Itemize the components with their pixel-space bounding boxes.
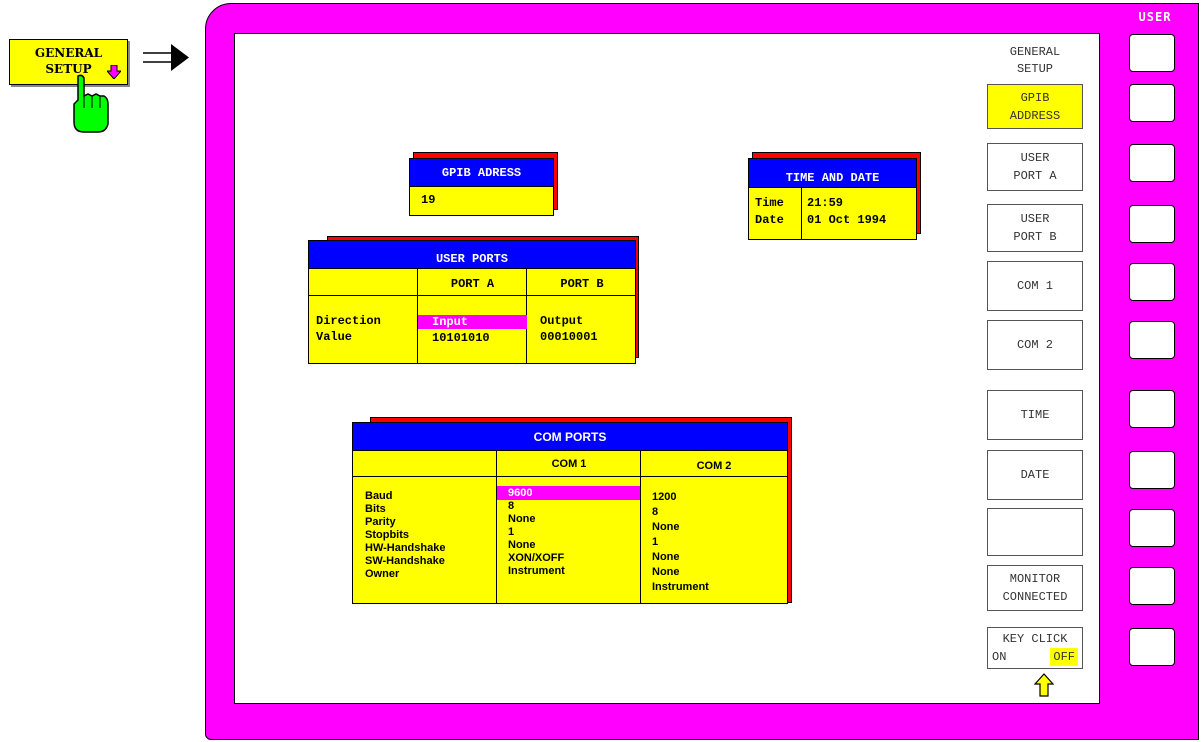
hardware-softkey-button-5[interactable] (1129, 263, 1175, 301)
softkey-time[interactable]: TIME (987, 390, 1083, 440)
menu-title-line2: SETUP (1016, 62, 1053, 76)
softkey-label: DATE (1020, 468, 1050, 482)
com2-hw-handshake[interactable]: None (652, 550, 709, 565)
softkey-monitor-connected[interactable]: MONITOR CONNECTED (987, 565, 1083, 611)
com1-stopbits[interactable]: 1 (497, 526, 640, 539)
softkey-date[interactable]: DATE (987, 450, 1083, 500)
com2-bits[interactable]: 8 (652, 505, 709, 520)
key-click-on: ON (992, 650, 1007, 664)
hardware-softkey-button-6[interactable] (1129, 321, 1175, 359)
com-labels-column: Baud Bits Parity Stopbits HW-Handshake S… (365, 490, 445, 581)
com1-bits[interactable]: 8 (497, 500, 640, 513)
port-a-direction[interactable]: Input (418, 315, 527, 329)
general-setup-hardkey[interactable]: GENERAL SETUP (9, 39, 128, 85)
softkey-label: USER (1020, 151, 1050, 165)
hardware-softkey-button-1[interactable] (1129, 34, 1175, 72)
softkey-key-click[interactable]: KEY CLICK ON OFF (987, 627, 1083, 669)
com2-sw-handshake[interactable]: None (652, 565, 709, 580)
softkey-label: PORT B (1013, 230, 1057, 244)
column-divider (640, 451, 641, 603)
softkey-com1[interactable]: COM 1 (987, 261, 1083, 311)
user-label: USER (1138, 10, 1172, 24)
hardkey-label-line1: GENERAL (34, 46, 103, 60)
direction-label: Direction (316, 314, 381, 328)
com2-values-column: 1200 8 None 1 None None Instrument (652, 490, 709, 595)
owner-label: Owner (365, 568, 400, 580)
date-label: Date (755, 213, 784, 227)
time-date-panel: TIME AND DATE Time Date 21:59 01 Oct 199… (748, 158, 917, 240)
up-arrow-icon (1034, 673, 1054, 697)
hardware-softkey-button-11[interactable] (1129, 628, 1175, 666)
parity-label: Parity (365, 516, 396, 528)
port-b-value[interactable]: 00010001 (540, 329, 598, 345)
hw-handshake-label: HW-Handshake (365, 542, 446, 554)
hardware-softkey-button-8[interactable] (1129, 451, 1175, 489)
hardware-softkey-button-4[interactable] (1129, 205, 1175, 243)
hardware-softkey-button-10[interactable] (1129, 567, 1175, 605)
softkey-label: GPIB (1020, 90, 1050, 105)
user-ports-panel: USER PORTS PORT A PORT B Direction Value… (308, 240, 636, 364)
gpib-address-panel: GPIB ADRESS 19 (409, 158, 554, 216)
softkey-label: KEY CLICK (1002, 632, 1068, 646)
softkey-blank[interactable] (987, 508, 1083, 556)
port-a-header: PORT A (450, 277, 495, 291)
com2-parity[interactable]: None (652, 520, 709, 535)
baud-label: Baud (365, 490, 393, 502)
time-date-title: TIME AND DATE (749, 159, 916, 188)
softkey-label: PORT A (1013, 169, 1057, 183)
time-label: Time (755, 196, 784, 210)
softkey-user-port-b[interactable]: USER PORT B (987, 204, 1083, 252)
com2-baud[interactable]: 1200 (652, 490, 709, 505)
softkey-label: COM 1 (1016, 279, 1053, 293)
com1-parity[interactable]: None (497, 513, 640, 526)
port-b-direction[interactable]: Output (540, 313, 598, 329)
hardware-softkey-button-3[interactable] (1129, 144, 1175, 182)
pointing-hand-icon (73, 74, 109, 133)
hardware-softkey-button-7[interactable] (1129, 390, 1175, 428)
gpib-address-title: GPIB ADRESS (410, 159, 553, 187)
com1-header: COM 1 (551, 458, 587, 470)
softkey-label: CONNECTED (1002, 590, 1068, 604)
menu-title-line1: GENERAL (1009, 45, 1061, 59)
user-ports-header-row: PORT A PORT B (309, 269, 635, 296)
value-label: Value (316, 330, 353, 344)
port-a-value[interactable]: 10101010 (432, 330, 490, 346)
com-ports-title: COM PORTS (353, 423, 787, 451)
softkey-label: TIME (1020, 408, 1050, 422)
softkey-label: MONITOR (1009, 572, 1061, 586)
softkey-label: ADDRESS (1009, 108, 1061, 123)
softkey-label: USER (1020, 212, 1050, 226)
softkey-user-port-a[interactable]: USER PORT A (987, 143, 1083, 191)
softkey-menu-title: GENERAL SETUP (987, 44, 1083, 78)
stopbits-label: Stopbits (365, 529, 409, 541)
key-click-options: ON OFF (992, 648, 1078, 666)
date-value[interactable]: 01 Oct 1994 (807, 212, 886, 229)
com1-owner[interactable]: Instrument (497, 565, 640, 578)
com1-hw-handshake[interactable]: None (497, 539, 640, 552)
sw-handshake-label: SW-Handshake (365, 555, 445, 567)
softkey-com2[interactable]: COM 2 (987, 320, 1083, 370)
com1-values-column: 9600 8 None 1 None XON/XOFF Instrument (497, 486, 640, 578)
right-arrow-icon (143, 44, 189, 71)
softkey-gpib-address[interactable]: GPIB ADDRESS (987, 84, 1083, 129)
key-click-off-selected: OFF (1050, 648, 1078, 666)
hardware-softkey-button-2[interactable] (1129, 84, 1175, 122)
com-ports-panel: COM PORTS COM 1 COM 2 Baud Bits Parity S… (352, 422, 788, 604)
gpib-address-value[interactable]: 19 (410, 187, 553, 207)
time-value[interactable]: 21:59 (807, 195, 886, 212)
com-ports-header-row: COM 1 COM 2 (353, 451, 787, 477)
com1-sw-handshake[interactable]: XON/XOFF (497, 552, 640, 565)
softkey-label: COM 2 (1016, 338, 1053, 352)
com2-header: COM 2 (696, 460, 732, 472)
port-b-header: PORT B (560, 277, 604, 291)
com2-stopbits[interactable]: 1 (652, 535, 709, 550)
com1-baud[interactable]: 9600 (497, 486, 640, 500)
bits-label: Bits (365, 503, 386, 515)
com2-owner[interactable]: Instrument (652, 580, 709, 595)
user-ports-title: USER PORTS (309, 241, 635, 269)
hardware-softkey-button-9[interactable] (1129, 509, 1175, 547)
